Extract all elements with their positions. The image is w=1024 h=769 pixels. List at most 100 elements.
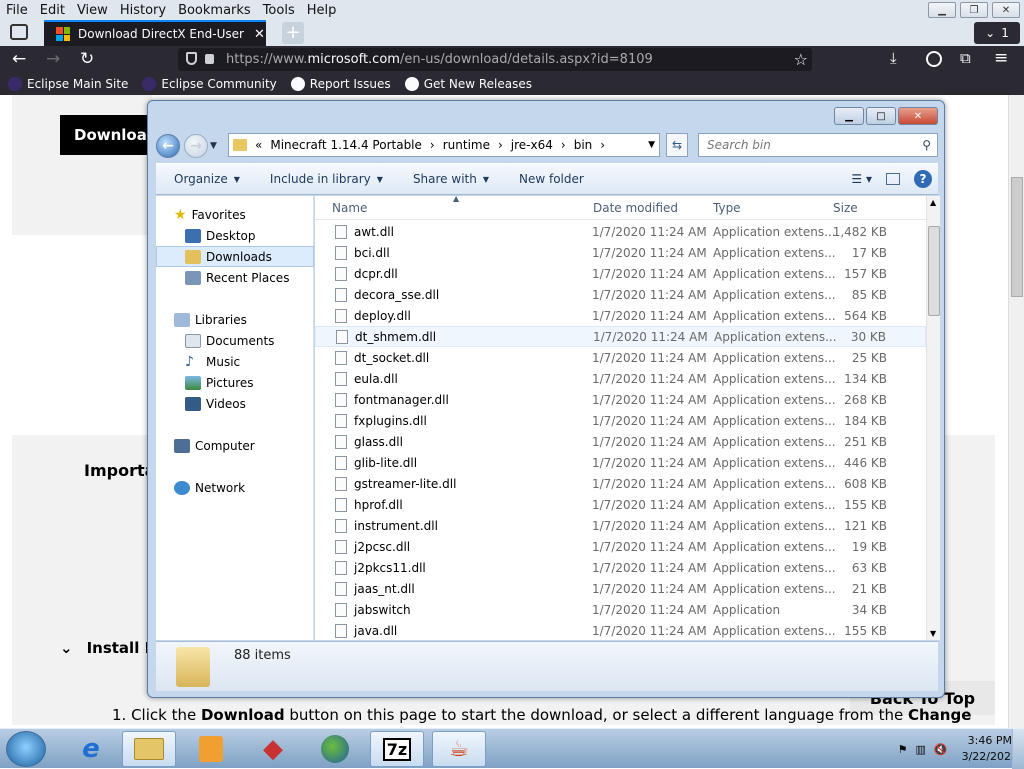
- tab-overview-icon[interactable]: [10, 24, 28, 40]
- bookmark-get-new-releases[interactable]: Get New Releases: [404, 77, 532, 91]
- breadcrumb-minecraft[interactable]: Minecraft 1.14.4 Portable: [270, 138, 422, 152]
- nav-network[interactable]: Network: [156, 477, 314, 498]
- file-row[interactable]: dt_socket.dll 1/7/2020 11:24 AM Applicatio…: [315, 347, 926, 368]
- tab-list-button[interactable]: ⌄ 1: [974, 22, 1020, 44]
- hamburger-menu-icon[interactable]: ≡: [994, 48, 1008, 68]
- account-icon[interactable]: [926, 51, 942, 67]
- scroll-up-icon[interactable]: ▲: [930, 198, 936, 207]
- new-folder-button[interactable]: New folder: [519, 172, 584, 186]
- file-row[interactable]: bci.dll 1/7/2020 11:24 AM Application exte…: [315, 242, 926, 263]
- breadcrumb-bin[interactable]: bin: [574, 138, 593, 152]
- file-row[interactable]: jaas_nt.dll 1/7/2020 11:24 AM Application …: [315, 578, 926, 599]
- file-row[interactable]: fontmanager.dll 1/7/2020 11:24 AM Applicat…: [315, 389, 926, 410]
- help-icon[interactable]: ?: [914, 170, 932, 188]
- menu-file[interactable]: File: [0, 3, 34, 18]
- bookmark-eclipse-main[interactable]: Eclipse Main Site: [8, 77, 128, 91]
- column-date-modified[interactable]: Date modified: [593, 201, 678, 215]
- file-row[interactable]: glass.dll 1/7/2020 11:24 AM Application ex…: [315, 431, 926, 452]
- volume-muted-icon[interactable]: 🔇: [934, 743, 948, 756]
- shield-icon[interactable]: [186, 52, 197, 65]
- organize-button[interactable]: Organize ▼: [174, 172, 240, 186]
- taskbar-media-player[interactable]: [184, 731, 238, 767]
- column-type[interactable]: Type: [713, 201, 741, 215]
- network-tray-icon[interactable]: ▥: [915, 743, 925, 756]
- taskbar-7zip[interactable]: 7z: [370, 731, 424, 767]
- extensions-icon[interactable]: ⧉: [960, 49, 971, 67]
- breadcrumb-runtime[interactable]: runtime: [443, 138, 490, 152]
- nav-favorites[interactable]: ★ Favorites: [156, 204, 314, 225]
- breadcrumb-overflow[interactable]: «: [255, 138, 262, 152]
- share-with-button[interactable]: Share with ▼: [413, 172, 489, 186]
- downloads-icon[interactable]: ⤓: [890, 49, 897, 67]
- tab-directx-download[interactable]: Download DirectX End-User Rur ✕: [44, 20, 266, 46]
- menu-tools[interactable]: Tools: [257, 3, 301, 18]
- minimize-button[interactable]: ▁: [928, 2, 956, 18]
- file-row[interactable]: eula.dll 1/7/2020 11:24 AM Application ext…: [315, 368, 926, 389]
- nav-videos[interactable]: Videos: [156, 393, 314, 414]
- page-scroll-thumb[interactable]: [1011, 177, 1023, 297]
- nav-desktop[interactable]: Desktop: [156, 225, 314, 246]
- file-row[interactable]: java.dll 1/7/2020 11:24 AM Application ext…: [315, 620, 926, 641]
- menu-view[interactable]: View: [71, 3, 114, 18]
- explorer-minimize-button[interactable]: ▁: [834, 107, 864, 125]
- start-button[interactable]: [6, 731, 46, 767]
- file-row[interactable]: deploy.dll 1/7/2020 11:24 AM Application e…: [315, 305, 926, 326]
- bookmark-report-issues[interactable]: Report Issues: [290, 77, 391, 91]
- taskbar-internet-explorer[interactable]: e: [64, 731, 118, 767]
- taskbar-app-globe[interactable]: [308, 731, 362, 767]
- file-list-scroll-thumb[interactable]: [928, 226, 940, 316]
- bookmark-eclipse-community[interactable]: Eclipse Community: [142, 77, 277, 91]
- menu-help[interactable]: Help: [301, 3, 343, 18]
- nav-downloads[interactable]: Downloads: [156, 246, 314, 267]
- search-input[interactable]: Search bin ⚲: [698, 133, 938, 157]
- file-row[interactable]: dcpr.dll 1/7/2020 11:24 AM Application ext…: [315, 263, 926, 284]
- install-instructions-toggle[interactable]: ⌄ Install Ir: [60, 639, 158, 657]
- file-row[interactable]: decora_sse.dll 1/7/2020 11:24 AM Applicati…: [315, 284, 926, 305]
- forward-arrow-icon[interactable]: →: [46, 49, 60, 69]
- url-bar[interactable]: https://www. microsoft.com/en-us/download…: [178, 48, 812, 71]
- search-icon[interactable]: ⚲: [922, 138, 931, 152]
- restore-button[interactable]: ❐: [960, 2, 988, 18]
- show-desktop-button[interactable]: [1012, 729, 1024, 769]
- include-in-library-button[interactable]: Include in library ▼: [270, 172, 383, 186]
- recent-pages-chevron-icon[interactable]: ▼: [210, 141, 217, 151]
- file-row[interactable]: hprof.dll 1/7/2020 11:24 AM Application ex…: [315, 494, 926, 515]
- taskbar-app-red[interactable]: ◆: [246, 731, 300, 767]
- file-row[interactable]: j2pcsc.dll 1/7/2020 11:24 AM Application e…: [315, 536, 926, 557]
- file-row[interactable]: awt.dll 1/7/2020 11:24 AM Application exte…: [315, 221, 926, 242]
- address-dropdown-icon[interactable]: ▼: [648, 140, 655, 150]
- explorer-close-button[interactable]: ✕: [898, 107, 938, 125]
- close-button[interactable]: ✕: [992, 2, 1020, 18]
- file-list-scrollbar[interactable]: ▲ ▼: [926, 196, 940, 640]
- nav-music[interactable]: ♪ Music: [156, 351, 314, 372]
- menu-bookmarks[interactable]: Bookmarks: [172, 3, 257, 18]
- nav-recent-places[interactable]: Recent Places: [156, 267, 314, 288]
- file-row[interactable]: j2pkcs11.dll 1/7/2020 11:24 AM Application…: [315, 557, 926, 578]
- explorer-forward-icon[interactable]: →: [184, 134, 208, 158]
- taskbar-explorer[interactable]: [122, 731, 176, 767]
- page-scrollbar[interactable]: [1008, 95, 1024, 728]
- menu-edit[interactable]: Edit: [34, 3, 71, 18]
- file-row[interactable]: jabswitch 1/7/2020 11:24 AM Application 34 …: [315, 599, 926, 620]
- preview-pane-icon[interactable]: [886, 173, 900, 185]
- view-options-icon[interactable]: ☰ ▾: [851, 172, 872, 186]
- refresh-button[interactable]: ⇆: [666, 133, 688, 157]
- column-name[interactable]: Name: [332, 201, 367, 215]
- file-row[interactable]: gstreamer-lite.dll 1/7/2020 11:24 AM Appli…: [315, 473, 926, 494]
- file-row[interactable]: instrument.dll 1/7/2020 11:24 AM Applicati…: [315, 515, 926, 536]
- new-tab-icon[interactable]: +: [282, 22, 304, 44]
- explorer-back-icon[interactable]: ←: [156, 134, 180, 158]
- breadcrumb-jre-x64[interactable]: jre-x64: [511, 138, 553, 152]
- nav-libraries[interactable]: Libraries: [156, 309, 314, 330]
- lock-icon[interactable]: [205, 54, 214, 64]
- bookmark-star-icon[interactable]: ☆: [794, 50, 808, 69]
- flag-icon[interactable]: ⚑: [898, 743, 908, 756]
- column-size[interactable]: Size: [833, 201, 858, 215]
- clock[interactable]: 3:46 PM 3/22/2025: [962, 733, 1018, 765]
- breadcrumb[interactable]: « Minecraft 1.14.4 Portable › runtime › jr…: [228, 133, 660, 157]
- nav-pictures[interactable]: Pictures: [156, 372, 314, 393]
- tab-close-icon[interactable]: ✕: [254, 27, 265, 42]
- explorer-maximize-button[interactable]: □: [866, 107, 896, 125]
- file-row[interactable]: glib-lite.dll 1/7/2020 11:24 AM Applicatio…: [315, 452, 926, 473]
- taskbar-java[interactable]: ☕: [432, 731, 486, 767]
